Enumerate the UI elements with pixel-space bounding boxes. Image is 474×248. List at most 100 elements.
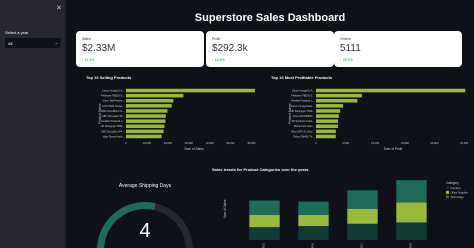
stacked-bar-segment: [249, 200, 280, 215]
x-tick-label: 5,000: [342, 141, 349, 145]
bar: [126, 88, 255, 93]
y-axis-title: Sum of Sales: [223, 199, 227, 218]
category-label: Hewlett Packard L...: [291, 99, 314, 103]
x-tick-label: 0: [125, 141, 127, 145]
category-label: Fellowes PB500 E...: [291, 94, 315, 98]
kpi-delta-text: ↑ 11.4%: [82, 58, 95, 62]
category-label: 3D Systems Cube...: [291, 119, 314, 123]
category-label: High Speed Auto...: [103, 134, 125, 138]
kpi-delta-text: ↑ 18.8%: [212, 58, 225, 62]
category-label: Canon imageCLA...: [292, 88, 315, 92]
stacked-bar-segment: [298, 201, 329, 215]
x-tick-label: 30,000: [185, 141, 193, 145]
x-tick-label: 40,000: [206, 141, 214, 145]
x-tick-label: 2018: [409, 242, 413, 248]
x-tick-label: 15,000: [401, 141, 409, 145]
bar: [126, 119, 166, 123]
x-tick-label: 2016: [311, 242, 315, 248]
category-label: Plantronics Savi...: [294, 124, 315, 128]
legend-label: Furniture: [451, 186, 462, 190]
bar: [316, 124, 338, 129]
category-label: GBC DocuBind TL...: [101, 109, 125, 113]
bar: [316, 129, 336, 134]
stacked-bar-segment: [298, 226, 329, 240]
bar: [126, 124, 165, 129]
close-icon[interactable]: ✕: [56, 4, 62, 12]
bar: [316, 134, 336, 139]
kpi-value: 5111: [340, 43, 361, 54]
shipping-gauge-chart: Average Shipping Days 4: [97, 183, 193, 248]
legend-swatch: [446, 186, 449, 190]
category-label: Canon imageCLA...: [102, 88, 125, 92]
legend-swatch: [446, 190, 449, 194]
category-label: HP Designjet T520...: [101, 124, 125, 128]
category-label: GBC DocuBind P4...: [101, 129, 125, 133]
kpi-card-profit: Profit $292.3k ↑ 18.8%: [206, 31, 334, 67]
bar: [316, 98, 358, 103]
bar: [316, 93, 362, 98]
x-axis-title: Sum of Profit: [384, 147, 403, 151]
kpi-card-orders: Orders 5111 ↑ 28.3%: [334, 31, 462, 67]
chevron-down-icon: ⌄: [54, 39, 58, 45]
kpi-card-sales: Sales $2.33M ↑ 11.4%: [76, 31, 204, 67]
category-label: Ibico EPK-21 Elec...: [291, 129, 314, 133]
category-label: Zebra ZM400 Th...: [293, 134, 315, 138]
year-select-value: All: [8, 40, 13, 46]
bar: [126, 129, 164, 134]
y-axis-title: Product Name: [98, 103, 102, 124]
legend-label: Technology: [451, 195, 465, 199]
stacked-bar-segment: [347, 208, 378, 224]
bar: [316, 119, 339, 123]
x-tick-label: 0: [315, 141, 317, 145]
kpi-delta: ↑ 18.8%: [212, 58, 225, 62]
legend-swatch: [446, 195, 449, 199]
category-trends-chart: 2015 2016 2017 2018 Sum of Sales CategoryFurn…: [223, 180, 469, 248]
stacked-bar-segment: [249, 227, 280, 240]
stacked-bar-segment: [298, 214, 329, 227]
y-axis-title: Product Name: [288, 103, 292, 124]
stacked-bar-segment: [347, 190, 378, 209]
x-tick-label: 10,000: [371, 141, 379, 145]
x-tick-label: 50,000: [227, 141, 235, 145]
bar: [126, 134, 162, 139]
bar: [126, 109, 168, 113]
year-select[interactable]: All ⌄: [5, 38, 61, 48]
kpi-delta: ↑ 11.4%: [82, 58, 94, 62]
kpi-value: $2.33M: [82, 43, 116, 54]
category-label: Hewlett Packard L...: [101, 119, 124, 123]
year-select-label: Select a year: [5, 30, 29, 35]
stacked-bar-segment: [347, 223, 378, 240]
kpi-value: $292.3k: [212, 43, 248, 54]
kpi-delta: ↑ 28.3%: [340, 58, 353, 62]
page-title: Superstore Sales Dashboard: [194, 12, 346, 24]
x-tick-label: 2017: [360, 242, 364, 248]
bar: [126, 114, 166, 118]
x-tick-label: 60,000: [248, 141, 256, 145]
category-label: Ativa V4110MDD...: [293, 114, 315, 118]
main-content: Superstore Sales Dashboard Sales $2.33M …: [66, 0, 474, 248]
kpi-label: Profit: [212, 37, 221, 41]
category-label: Cisco TelePresen...: [102, 99, 125, 103]
bar: [316, 114, 339, 118]
bar: [316, 109, 341, 113]
x-tick-label: 10,000: [143, 141, 151, 145]
x-tick-label: 25,000: [460, 141, 468, 145]
stacked-bar-segment: [396, 222, 427, 240]
bar: [126, 104, 172, 108]
category-trends-title: Sales trends for Product Categories over…: [212, 167, 309, 172]
category-label: HP Designjet T520...: [291, 109, 315, 113]
kpi-label: Sales: [82, 37, 91, 41]
legend-label: Office Supplies: [451, 190, 469, 194]
category-label: Fellowes PB500 E...: [101, 94, 125, 98]
category-label: GBC Ibimaster 50...: [102, 114, 125, 118]
bar: [316, 104, 344, 108]
stacked-bar-segment: [249, 214, 280, 228]
x-tick-label: 20,000: [164, 141, 172, 145]
stacked-bar-segment: [396, 180, 427, 203]
sidebar: ✕ Select a year All ⌄: [0, 0, 66, 248]
bar: [316, 88, 466, 93]
x-tick-label: 2015: [262, 242, 266, 248]
bar: [126, 98, 174, 103]
top-selling-chart: Canon imageCLA... Fellowes PB500 E...Cisc…: [98, 88, 256, 151]
category-label: Canon Imageclass...: [291, 104, 315, 108]
